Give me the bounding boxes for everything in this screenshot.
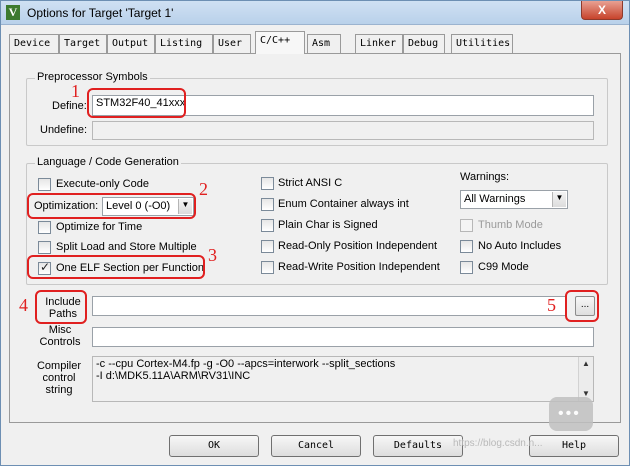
enum-container-label: Enum Container always int <box>278 198 409 210</box>
window-title: Options for Target 'Target 1' <box>27 6 174 20</box>
tab-listing[interactable]: Listing <box>155 34 213 53</box>
no-auto-includes-label: No Auto Includes <box>478 240 562 252</box>
watermark-text: https://blog.csdn.n... <box>453 438 543 449</box>
annotation-number-1: 1 <box>71 81 80 101</box>
close-button[interactable]: X <box>581 1 623 20</box>
c99-mode-label: C99 Mode <box>478 261 529 273</box>
tab-device[interactable]: Device <box>9 34 59 53</box>
annotation-number-4: 4 <box>19 295 28 315</box>
ro-position-checkbox[interactable] <box>261 240 274 253</box>
preprocessor-group-label: Preprocessor Symbols <box>35 71 150 83</box>
compiler-control-line1: -c --cpu Cortex-M4.fp -g -O0 --apcs=inte… <box>96 358 396 370</box>
misc-controls-label: Misc Controls <box>38 324 82 348</box>
tab-target[interactable]: Target <box>59 34 107 53</box>
warnings-value: All Warnings <box>464 193 526 205</box>
dropdown-arrow-icon: ▼ <box>552 192 566 207</box>
chat-bubble-icon: ••• <box>549 397 593 431</box>
tab-user[interactable]: User <box>213 34 251 53</box>
tab-c-cpp[interactable]: C/C++ <box>255 31 305 54</box>
compiler-control-label: Compiler control string <box>36 360 82 396</box>
no-auto-includes-checkbox[interactable] <box>460 240 473 253</box>
ro-position-label: Read-Only Position Independent <box>278 240 437 252</box>
plain-char-checkbox[interactable] <box>261 219 274 232</box>
compiler-control-label-line2: control <box>42 372 76 384</box>
execute-only-checkbox[interactable] <box>38 178 51 191</box>
compiler-control-label-line1: Compiler <box>36 360 81 372</box>
c99-mode-checkbox[interactable] <box>460 261 473 274</box>
optimize-time-checkbox[interactable] <box>38 221 51 234</box>
tab-output[interactable]: Output <box>107 34 155 53</box>
annotation-box-1 <box>87 88 186 118</box>
annotation-number-2: 2 <box>199 179 208 199</box>
warnings-label: Warnings: <box>460 171 510 183</box>
plain-char-label: Plain Char is Signed <box>278 219 378 231</box>
split-load-checkbox[interactable] <box>38 241 51 254</box>
language-group-label: Language / Code Generation <box>35 156 181 168</box>
cancel-button[interactable]: Cancel <box>271 435 361 457</box>
compiler-control-scrollbar[interactable]: ▲ ▼ <box>578 357 593 401</box>
compiler-control-line2: -I d:\MDK5.11A\ARM\RV31\INC <box>96 370 251 382</box>
tab-linker[interactable]: Linker <box>355 34 403 53</box>
options-dialog: V Options for Target 'Target 1' X Device… <box>0 0 630 466</box>
undefine-input[interactable] <box>92 121 594 140</box>
strict-ansi-label: Strict ANSI C <box>278 177 343 189</box>
compiler-control-label-line3: string <box>45 384 73 396</box>
defaults-button[interactable]: Defaults <box>373 435 463 457</box>
compiler-control-string: -c --cpu Cortex-M4.fp -g -O0 --apcs=inte… <box>92 356 594 402</box>
undefine-label: Undefine: <box>40 124 88 136</box>
include-paths-input[interactable] <box>92 296 566 316</box>
misc-controls-input[interactable] <box>92 327 594 347</box>
define-label: Define: <box>52 100 87 112</box>
rw-position-label: Read-Write Position Independent <box>278 261 440 273</box>
scroll-up-arrow-icon[interactable]: ▲ <box>579 357 593 371</box>
title-bar: V Options for Target 'Target 1' X <box>1 1 629 25</box>
misc-controls-label-line2: Controls <box>39 336 81 348</box>
enum-container-checkbox[interactable] <box>261 198 274 211</box>
annotation-box-3 <box>27 255 205 279</box>
ok-button[interactable]: OK <box>169 435 259 457</box>
annotation-number-3: 3 <box>208 245 217 265</box>
tab-asm[interactable]: Asm <box>307 34 341 53</box>
execute-only-label: Execute-only Code <box>56 178 149 190</box>
keil-uvision-icon: V <box>6 5 20 20</box>
annotation-box-2 <box>27 193 196 219</box>
annotation-number-5: 5 <box>547 295 556 315</box>
optimize-time-label: Optimize for Time <box>56 221 143 233</box>
tab-utilities[interactable]: Utilities <box>451 34 513 53</box>
misc-controls-label-line1: Misc <box>48 324 72 336</box>
annotation-box-4 <box>35 290 87 324</box>
annotation-box-5 <box>565 290 599 322</box>
thumb-mode-label: Thumb Mode <box>478 219 543 231</box>
warnings-select[interactable]: All Warnings ▼ <box>460 190 568 209</box>
help-button[interactable]: Help <box>529 435 619 457</box>
tab-debug[interactable]: Debug <box>403 34 445 53</box>
strict-ansi-checkbox[interactable] <box>261 177 274 190</box>
split-load-label: Split Load and Store Multiple <box>56 241 197 253</box>
thumb-mode-checkbox[interactable] <box>460 219 473 232</box>
rw-position-checkbox[interactable] <box>261 261 274 274</box>
